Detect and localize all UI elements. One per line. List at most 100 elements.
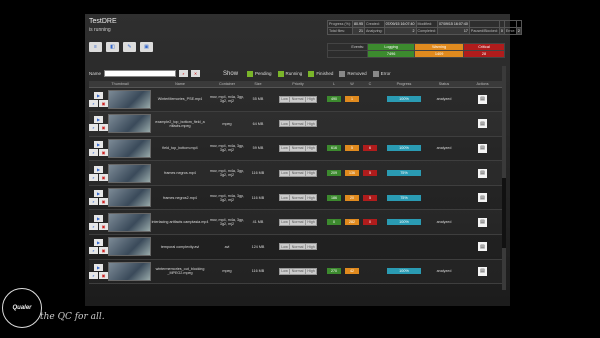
zoom-icon[interactable]: ⌕ bbox=[89, 99, 98, 107]
table-row[interactable]: ▶ ⌕ ▣ interlacing artifacts camptasia.mp4 mo… bbox=[89, 209, 506, 236]
pdf-button[interactable]: ▣ bbox=[140, 42, 153, 52]
priority-selector[interactable]: Low Normal High bbox=[278, 95, 318, 103]
pdf-icon[interactable]: ▣ bbox=[99, 99, 108, 107]
pdf-icon[interactable]: ▣ bbox=[99, 198, 108, 206]
priority-low-option[interactable]: Low bbox=[280, 121, 291, 127]
priority-high-option[interactable]: High bbox=[306, 195, 316, 200]
delete-icon[interactable]: ▤ bbox=[478, 266, 487, 276]
priority-normal-option[interactable]: Normal bbox=[290, 145, 306, 151]
scrollbar-thumb[interactable] bbox=[502, 178, 506, 248]
pdf-icon[interactable]: ▣ bbox=[99, 124, 108, 132]
filter-running-checkbox[interactable] bbox=[277, 70, 284, 77]
row-actions: ▶ ⌕ ▣ bbox=[89, 190, 108, 206]
delete-icon[interactable]: ▤ bbox=[478, 242, 487, 252]
zoom-icon[interactable]: ⌕ bbox=[89, 148, 98, 156]
priority-selector[interactable]: Low Normal High bbox=[278, 243, 318, 251]
clear-button[interactable]: ✕ bbox=[191, 70, 201, 77]
show-label: Show bbox=[223, 70, 239, 77]
delete-icon[interactable]: ▤ bbox=[478, 193, 487, 203]
priority-low-option[interactable]: Low bbox=[280, 244, 291, 250]
filter-error-checkbox[interactable] bbox=[372, 70, 379, 77]
table-row[interactable]: ▶ ⌕ ▣ frames negros2.mp4 mov, mp4, m4a, 3gp,… bbox=[89, 185, 506, 211]
pdf-icon[interactable]: ▣ bbox=[99, 271, 108, 279]
priority-low-option[interactable]: Low bbox=[280, 96, 291, 102]
preview-button[interactable]: ▶ bbox=[94, 91, 103, 99]
priority-normal-option[interactable]: Normal bbox=[290, 96, 306, 102]
priority-selector[interactable]: Low Normal High bbox=[278, 120, 318, 128]
count-l: 209 bbox=[327, 170, 341, 177]
menu-button[interactable]: ≡ bbox=[89, 42, 102, 52]
priority-high-option[interactable]: High bbox=[306, 244, 316, 249]
zoom-icon[interactable]: ⌕ bbox=[89, 271, 98, 279]
edit-button[interactable]: ✎ bbox=[123, 42, 136, 52]
priority-low-option[interactable]: Low bbox=[280, 195, 291, 201]
zoom-icon[interactable]: ⌕ bbox=[89, 198, 98, 206]
zoom-icon[interactable]: ⌕ bbox=[89, 124, 98, 132]
delete-icon[interactable]: ▤ bbox=[478, 168, 487, 178]
filter-pending-label: Pending bbox=[255, 70, 272, 76]
priority-selector[interactable]: Low Normal High bbox=[278, 218, 318, 226]
priority-high-option[interactable]: High bbox=[306, 171, 316, 176]
priority-selector[interactable]: Low Normal High bbox=[278, 144, 318, 152]
priority-high-option[interactable]: High bbox=[306, 269, 316, 274]
delete-icon[interactable]: ▤ bbox=[478, 119, 487, 129]
progress-bar: 75% bbox=[387, 170, 421, 177]
filter-pending-checkbox[interactable] bbox=[247, 70, 254, 77]
priority-low-option[interactable]: Low bbox=[280, 145, 291, 151]
zoom-icon[interactable]: ⌕ bbox=[89, 222, 98, 230]
stat-label: Error: bbox=[503, 27, 517, 35]
preview-button[interactable]: ▶ bbox=[94, 263, 103, 271]
preview-button[interactable]: ▶ bbox=[94, 116, 103, 124]
priority-high-option[interactable]: High bbox=[306, 220, 316, 225]
priority-selector[interactable]: Low Normal High bbox=[278, 267, 318, 275]
preview-button[interactable]: ▶ bbox=[94, 239, 103, 247]
layers-button[interactable]: ◧ bbox=[106, 42, 119, 52]
table-row[interactable]: ▶ ⌕ ▣ temporal complexity.avi avi 124 MB Low No… bbox=[89, 234, 506, 260]
file-size: 116 MB bbox=[245, 185, 271, 211]
priority-normal-option[interactable]: Normal bbox=[290, 244, 306, 250]
table-row[interactable]: ▶ ⌕ ▣ WinterMemories_PSE.mp4 mov, mp4, m4a, … bbox=[89, 87, 506, 113]
count-w: 20 bbox=[345, 194, 359, 201]
file-name: field_top_bottom.mp4 bbox=[151, 136, 209, 162]
file-name: WinterMemories_PSE.mp4 bbox=[151, 87, 209, 113]
zoom-icon[interactable]: ⌕ bbox=[89, 173, 98, 181]
table-row[interactable]: ▶ ⌕ ▣ example2_top_bottom_field_a rtifacts.… bbox=[89, 111, 506, 137]
priority-low-option[interactable]: Low bbox=[280, 219, 291, 225]
scrollbar[interactable] bbox=[502, 66, 506, 290]
priority-normal-option[interactable]: Normal bbox=[290, 268, 306, 274]
priority-normal-option[interactable]: Normal bbox=[290, 121, 306, 127]
priority-selector[interactable]: Low Normal High bbox=[278, 194, 318, 202]
count-w: 5 bbox=[345, 145, 359, 152]
preview-button[interactable]: ▶ bbox=[94, 190, 103, 198]
preview-button[interactable]: ▶ bbox=[94, 165, 103, 173]
table-row[interactable]: ▶ ⌕ ▣ field_top_bottom.mp4 mov, mp4, m4a, 3g… bbox=[89, 136, 506, 162]
priority-low-option[interactable]: Low bbox=[280, 170, 291, 176]
delete-icon[interactable]: ▤ bbox=[478, 94, 487, 104]
delete-icon[interactable]: ▤ bbox=[478, 217, 487, 227]
filter-removed-checkbox[interactable] bbox=[339, 70, 346, 77]
delete-icon[interactable]: ▤ bbox=[478, 143, 487, 153]
priority-high-option[interactable]: High bbox=[306, 97, 316, 102]
pdf-icon[interactable]: ▣ bbox=[99, 148, 108, 156]
zoom-icon[interactable]: ⌕ bbox=[89, 247, 98, 255]
priority-normal-option[interactable]: Normal bbox=[290, 195, 306, 201]
pdf-icon[interactable]: ▣ bbox=[99, 222, 108, 230]
priority-selector[interactable]: Low Normal High bbox=[278, 169, 318, 177]
main-window: TestDRE is running ≡ ◧ ✎ ▣ Progress (%): 80.… bbox=[85, 14, 522, 306]
preview-button[interactable]: ▶ bbox=[94, 140, 103, 148]
file-name: example2_top_bottom_field_a rtifacts.mpe… bbox=[151, 111, 209, 137]
stat-label: Completed: bbox=[415, 27, 438, 35]
pdf-icon[interactable]: ▣ bbox=[99, 173, 108, 181]
priority-normal-option[interactable]: Normal bbox=[290, 170, 306, 176]
filter-finished-checkbox[interactable] bbox=[308, 70, 315, 77]
priority-normal-option[interactable]: Normal bbox=[290, 219, 306, 225]
priority-low-option[interactable]: Low bbox=[280, 268, 291, 274]
preview-button[interactable]: ▶ bbox=[94, 214, 103, 222]
name-search-input[interactable] bbox=[104, 70, 177, 77]
priority-high-option[interactable]: High bbox=[306, 146, 316, 151]
table-row[interactable]: ▶ ⌕ ▣ wintermemories_out_blocking _MPEG2.mp… bbox=[89, 259, 506, 285]
pdf-icon[interactable]: ▣ bbox=[99, 247, 108, 255]
search-button[interactable]: ⌕ bbox=[179, 70, 189, 77]
priority-high-option[interactable]: High bbox=[306, 121, 316, 126]
table-row[interactable]: ▶ ⌕ ▣ frames negros.mp4 mov, mp4, m4a, 3gp, … bbox=[89, 160, 506, 186]
